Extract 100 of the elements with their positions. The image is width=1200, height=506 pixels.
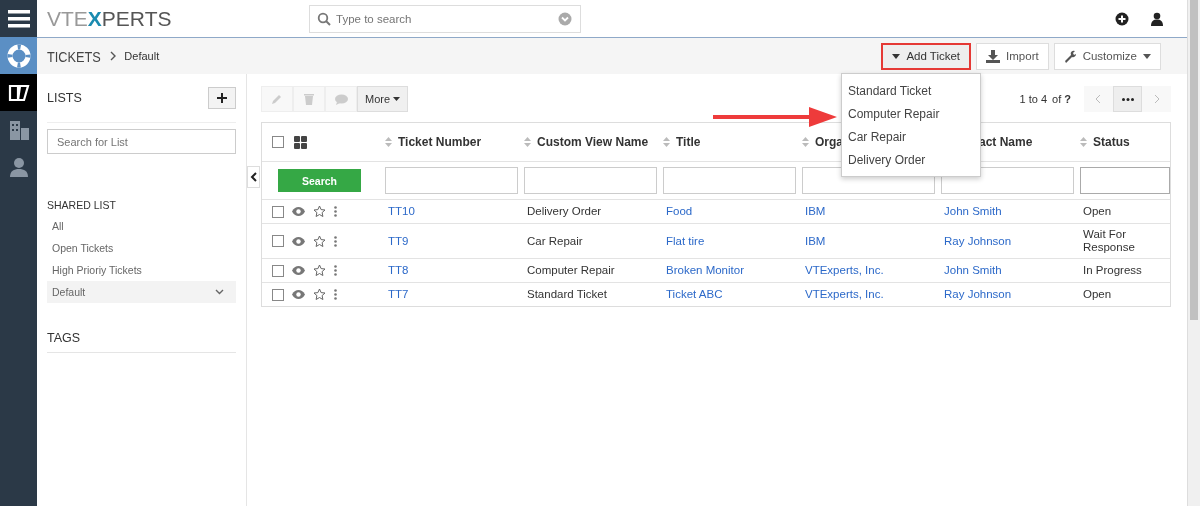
link[interactable]: Ticket ABC bbox=[658, 283, 797, 306]
checkbox[interactable] bbox=[272, 205, 284, 218]
eye-icon[interactable] bbox=[292, 266, 305, 275]
link[interactable]: John Smith bbox=[936, 259, 1075, 282]
menu-item[interactable]: Computer Repair bbox=[842, 102, 980, 125]
link[interactable]: John Smith bbox=[936, 200, 1075, 223]
list-search-field[interactable]: Search for List bbox=[47, 129, 236, 154]
list-item[interactable]: High Prioriy Tickets bbox=[47, 259, 236, 281]
column-header[interactable]: Ticket Number bbox=[398, 135, 482, 149]
caret-icon bbox=[1143, 53, 1151, 59]
chevron-left-icon bbox=[250, 172, 257, 182]
filter-field[interactable] bbox=[663, 167, 796, 194]
menu-item[interactable]: Car Repair bbox=[842, 125, 980, 148]
ellipsis-icon bbox=[1121, 97, 1134, 101]
star-icon[interactable] bbox=[313, 264, 326, 277]
dropdown-icon[interactable] bbox=[558, 11, 572, 26]
menu-item[interactable]: Standard Ticket bbox=[842, 79, 980, 102]
star-icon[interactable] bbox=[313, 288, 326, 301]
chevron-down-icon bbox=[215, 289, 224, 295]
star-icon[interactable] bbox=[313, 234, 326, 248]
filter-field[interactable] bbox=[1080, 167, 1170, 194]
more-options-icon[interactable] bbox=[334, 206, 337, 217]
page-total: of ? bbox=[1052, 93, 1071, 105]
list-item[interactable]: Default bbox=[47, 281, 236, 303]
more-options-icon[interactable] bbox=[334, 289, 337, 300]
column-header[interactable]: Status bbox=[1093, 135, 1130, 149]
list-item[interactable]: Open Tickets bbox=[47, 237, 236, 259]
link[interactable]: Ray Johnson bbox=[936, 224, 1075, 258]
table-cell-text: Open bbox=[1082, 204, 1113, 219]
page-options-button[interactable] bbox=[1113, 86, 1142, 112]
chevron-right-icon bbox=[1154, 95, 1159, 103]
column-header[interactable]: Title bbox=[676, 135, 701, 149]
add-list-button[interactable] bbox=[208, 87, 236, 109]
sort-icon[interactable] bbox=[385, 137, 392, 147]
user-icon[interactable] bbox=[1151, 11, 1163, 26]
comment-icon bbox=[334, 93, 348, 105]
add-button[interactable]: Add Ticket bbox=[881, 42, 972, 70]
sort-icon[interactable] bbox=[802, 137, 809, 147]
link[interactable]: Broken Monitor bbox=[658, 259, 797, 282]
more-button[interactable]: More bbox=[357, 86, 409, 112]
pencil-icon bbox=[271, 93, 283, 105]
tags-heading: TAGS bbox=[47, 331, 236, 353]
eye-icon[interactable] bbox=[292, 236, 305, 246]
add-icon[interactable] bbox=[1115, 11, 1129, 26]
sort-icon[interactable] bbox=[524, 137, 531, 147]
table-cell-text: Open bbox=[1082, 287, 1113, 302]
checkbox[interactable] bbox=[272, 235, 284, 247]
wrench-icon bbox=[1063, 49, 1077, 63]
table-cell-text: Car Repair bbox=[526, 233, 584, 249]
link[interactable]: IBM bbox=[797, 224, 936, 258]
collapse-button[interactable] bbox=[247, 166, 260, 188]
checkbox[interactable] bbox=[272, 264, 284, 277]
link[interactable]: Food bbox=[658, 200, 797, 223]
list-item[interactable]: All bbox=[47, 215, 236, 237]
plus-icon bbox=[217, 93, 227, 103]
star-icon[interactable] bbox=[313, 205, 326, 218]
building-icon bbox=[7, 118, 30, 141]
scrollbar-thumb[interactable] bbox=[1190, 0, 1198, 320]
link[interactable]: VTExperts, Inc. bbox=[797, 259, 936, 282]
filter-field[interactable] bbox=[524, 167, 657, 194]
link[interactable]: VTExperts, Inc. bbox=[797, 283, 936, 306]
link[interactable]: TT7 bbox=[380, 283, 519, 306]
link[interactable]: TT9 bbox=[380, 224, 519, 258]
table-cell-text: Delivery Order bbox=[526, 204, 603, 219]
customize-button[interactable]: Customize bbox=[1053, 42, 1161, 70]
lifebuoy-icon bbox=[6, 43, 31, 68]
trash-icon bbox=[304, 93, 314, 105]
link[interactable]: TT10 bbox=[380, 200, 519, 223]
module-title[interactable]: TICKETS bbox=[47, 47, 101, 65]
table-cell-text: Wait For Response bbox=[1082, 227, 1136, 255]
checkbox[interactable] bbox=[272, 288, 284, 301]
shared-list-heading: SHARED LIST bbox=[47, 199, 117, 211]
link[interactable]: TT8 bbox=[380, 259, 519, 282]
breadcrumb-view[interactable]: Default bbox=[124, 50, 160, 62]
link[interactable]: Flat tire bbox=[658, 224, 797, 258]
import-button[interactable]: Import bbox=[976, 42, 1049, 70]
filter-field[interactable] bbox=[385, 167, 518, 194]
person-icon bbox=[7, 155, 30, 178]
more-options-icon[interactable] bbox=[334, 265, 337, 276]
checkbox[interactable] bbox=[272, 136, 284, 148]
eye-icon[interactable] bbox=[292, 290, 305, 299]
column-header[interactable]: Custom View Name bbox=[537, 135, 649, 149]
logo: VTEXPERTS bbox=[47, 6, 173, 31]
menu-icon bbox=[7, 9, 30, 28]
link[interactable]: IBM bbox=[797, 200, 936, 223]
eye-icon[interactable] bbox=[292, 207, 305, 216]
menu-item[interactable]: Delivery Order bbox=[842, 148, 980, 171]
link[interactable]: Ray Johnson bbox=[936, 283, 1075, 306]
grid-icon[interactable] bbox=[294, 135, 307, 149]
sort-icon[interactable] bbox=[1080, 137, 1087, 147]
chevron-right-icon bbox=[109, 51, 118, 61]
download-icon bbox=[986, 49, 1001, 63]
more-options-icon[interactable] bbox=[334, 235, 337, 247]
caret-icon bbox=[393, 97, 401, 101]
sort-icon[interactable] bbox=[663, 137, 670, 147]
table-cell-text: In Progress bbox=[1082, 263, 1143, 278]
table-cell-text: Computer Repair bbox=[526, 263, 616, 278]
search-field[interactable]: Type to search bbox=[309, 4, 581, 33]
page-range: 1 to 4 bbox=[1019, 93, 1048, 105]
module-tab[interactable] bbox=[0, 74, 37, 111]
